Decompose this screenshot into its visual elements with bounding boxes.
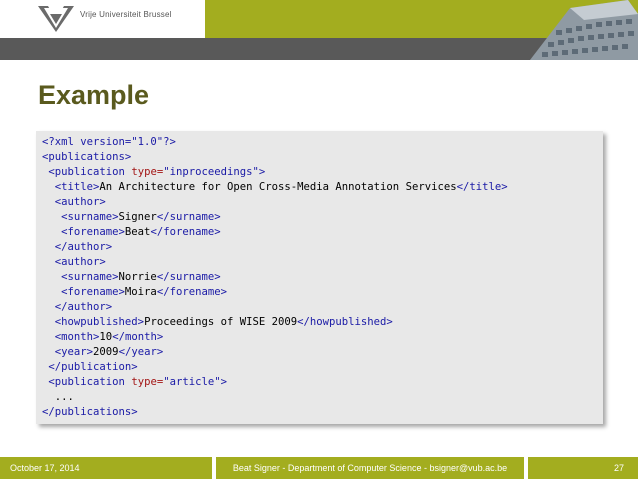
code-token: <author> <box>54 256 106 268</box>
code-token: <publication <box>48 166 132 178</box>
footer-author: Beat Signer - Department of Computer Sci… <box>216 457 524 479</box>
code-token: Signer <box>118 211 157 223</box>
code-line: <howpublished>Proceedings of WISE 2009</… <box>42 315 603 330</box>
code-token: "article" <box>163 376 221 388</box>
code-token: 2009 <box>93 346 119 358</box>
building-photo-icon <box>500 0 638 60</box>
code-token: <month> <box>54 331 100 343</box>
code-token: Proceedings of WISE 2009 <box>144 316 298 328</box>
code-token: > <box>258 166 266 178</box>
code-token: <surname> <box>61 211 119 223</box>
code-token: </year> <box>118 346 164 358</box>
slide-title: Example <box>38 80 150 110</box>
code-line: <month>10</month> <box>42 330 603 345</box>
code-line: <forename>Beat</forename> <box>42 225 603 240</box>
code-line: </author> <box>42 240 603 255</box>
vub-logo-icon <box>38 6 74 32</box>
code-token: <publication <box>48 376 132 388</box>
code-line: <author> <box>42 255 603 270</box>
code-token: "inproceedings" <box>163 166 259 178</box>
code-line: <forename>Moira</forename> <box>42 285 603 300</box>
code-token: ... <box>42 391 74 403</box>
university-name: Vrije Universiteit Brussel <box>80 10 172 19</box>
code-block: <?xml version="1.0"?> <publications> <pub… <box>36 131 603 424</box>
code-line: ... <box>42 390 603 405</box>
code-token: Moira <box>124 286 157 298</box>
code-line: <surname>Signer</surname> <box>42 210 603 225</box>
code-token: </forename> <box>150 226 221 238</box>
code-line: </publication> <box>42 360 603 375</box>
code-token: Norrie <box>118 271 157 283</box>
code-line: <year>2009</year> <box>42 345 603 360</box>
code-line: <?xml version="1.0"?> <box>42 135 603 150</box>
code-line: </publications> <box>42 405 603 420</box>
code-token: </surname> <box>156 211 221 223</box>
code-line: <publication type="article"> <box>42 375 603 390</box>
page-number: 27 <box>528 457 638 479</box>
code-token: </publication> <box>48 361 138 373</box>
code-token: Beat <box>124 226 151 238</box>
code-line: <surname>Norrie</surname> <box>42 270 603 285</box>
code-token: <forename> <box>61 286 125 298</box>
code-token: 10 <box>99 331 113 343</box>
code-line: </author> <box>42 300 603 315</box>
code-token: An Architecture for Open Cross-Media Ann… <box>99 181 457 193</box>
code-token: </author> <box>54 301 113 313</box>
code-token: </month> <box>112 331 164 343</box>
code-token: <title> <box>54 181 100 193</box>
code-token: <publications> <box>42 151 132 163</box>
code-line: <publications> <box>42 150 603 165</box>
code-line: <author> <box>42 195 603 210</box>
xml-code: <?xml version="1.0"?> <publications> <pub… <box>42 135 603 420</box>
code-token: > <box>220 376 227 388</box>
code-token: </howpublished> <box>297 316 393 328</box>
code-token: <?xml version="1.0"?> <box>42 136 176 148</box>
code-token: </forename> <box>156 286 227 298</box>
code-token: <howpublished> <box>54 316 145 328</box>
code-token: <year> <box>54 346 94 358</box>
slide-footer: October 17, 2014 Beat Signer - Departmen… <box>0 457 638 479</box>
code-token: type= <box>131 166 164 178</box>
code-token: </author> <box>54 241 113 253</box>
code-token: </surname> <box>156 271 221 283</box>
code-token: </title> <box>456 181 508 193</box>
code-line: <title>An Architecture for Open Cross-Me… <box>42 180 603 195</box>
code-line: <publication type="inproceedings"> <box>42 165 603 180</box>
code-token: <author> <box>54 196 106 208</box>
code-token: </publications> <box>42 406 138 418</box>
code-token: <surname> <box>61 271 119 283</box>
footer-date: October 17, 2014 <box>0 457 212 479</box>
logo-area: Vrije Universiteit Brussel <box>0 0 205 38</box>
code-token: type= <box>131 376 164 388</box>
code-token: <forename> <box>61 226 125 238</box>
